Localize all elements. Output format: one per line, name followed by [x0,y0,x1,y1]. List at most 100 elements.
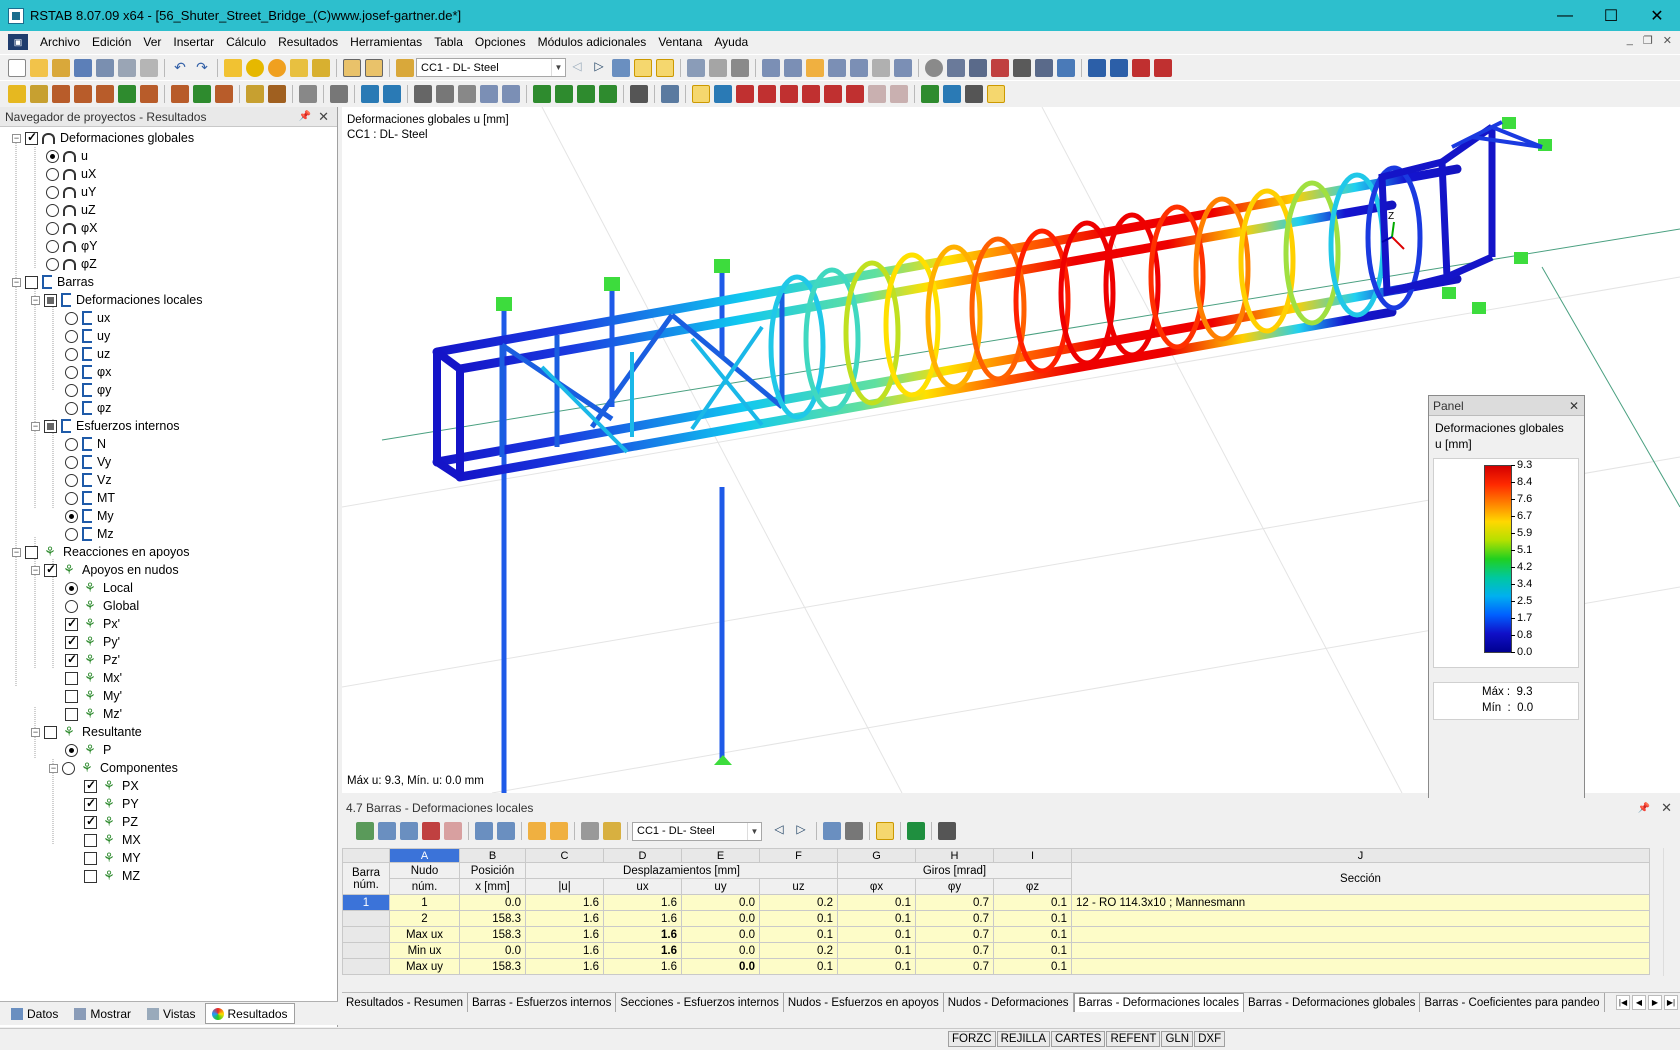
row-ux[interactable]: 1.6 [603,894,682,911]
collapse-icon[interactable]: − [31,295,40,305]
collapse-icon[interactable]: − [31,565,40,575]
menu-calculo[interactable]: Cálculo [220,31,272,53]
row-phix[interactable]: 0.1 [837,910,916,927]
table-row[interactable]: Min ux 0.0 1.6 1.6 0.0 0.2 0.1 0.7 0.1 [342,942,1650,959]
table-row[interactable]: 1 1 0.0 1.6 1.6 0.0 0.2 0.1 0.7 0.1 12 -… [342,894,1650,911]
nodes-icon[interactable] [925,58,943,77]
panel-toggle-icon[interactable] [987,84,1005,103]
row-uy[interactable]: 0.0 [681,910,760,927]
checkbox[interactable] [65,707,78,721]
radio[interactable] [65,527,78,541]
top-view-icon[interactable] [806,58,824,77]
tree-item-vy[interactable]: Vy [65,453,111,471]
deformation-icon[interactable] [414,84,432,103]
support-reaction-icon[interactable] [921,84,939,103]
release-icon[interactable] [140,84,158,103]
tree-item-local-uz[interactable]: uz [65,345,110,363]
print-icon[interactable] [118,58,136,77]
tree-item-local-phiz[interactable]: φz [65,399,111,417]
tree-item-uy[interactable]: uY [46,183,96,201]
menu-ayuda[interactable]: Ayuda [708,31,754,53]
animation-icon[interactable] [656,58,674,77]
row-section[interactable] [1071,958,1650,975]
close-icon[interactable]: ✕ [318,109,329,125]
member-view-icon[interactable] [709,58,727,77]
radio[interactable] [65,401,78,415]
iso-view-icon[interactable] [762,58,780,77]
table-split-icon[interactable] [365,58,383,77]
member-load-icon[interactable] [215,84,233,103]
tab-member-global-deformations[interactable]: Barras - Deformaciones globales [1243,993,1421,1012]
tree-item-pz-comp[interactable]: ⚘ PZ [84,813,138,831]
select-in-graphic-icon[interactable] [550,822,568,840]
column-letter[interactable]: F [759,848,838,863]
row-x[interactable]: 0.0 [459,942,526,959]
row-section[interactable]: 12 - RO 114.3x10 ; Mannesmann [1071,894,1650,911]
row-phiz[interactable]: 0.1 [993,942,1072,959]
support-icon[interactable] [118,84,136,103]
diagram-icon[interactable] [661,84,679,103]
row-x[interactable]: 0.0 [459,894,526,911]
tree-item-local[interactable]: ⚘ Local [65,579,133,597]
tree-item-px[interactable]: ⚘ Px' [65,615,120,633]
load-case-icon[interactable] [396,58,414,77]
row-uy[interactable]: 0.0 [681,958,760,975]
display-icon[interactable] [361,84,379,103]
open-file-icon[interactable] [30,58,48,77]
measure-icon[interactable] [969,58,987,77]
menu-modulos[interactable]: Módulos adicionales [532,31,653,53]
guide-line-icon[interactable] [268,84,286,103]
color-bars-icon[interactable] [876,822,894,840]
grid-icon[interactable] [731,58,749,77]
checkbox[interactable] [65,634,78,649]
radio[interactable] [46,149,59,163]
row-phiy[interactable]: 0.7 [915,942,994,959]
tree-item-my-comp[interactable]: ⚘ MY [84,849,141,867]
tree-item-global[interactable]: ⚘ Global [65,597,139,615]
axis-neg-icon[interactable] [599,84,617,103]
tab-section-internal-forces[interactable]: Secciones - Esfuerzos internos [616,993,784,1012]
nodal-load-icon[interactable] [193,84,211,103]
tab-vistas[interactable]: Vistas [140,1003,202,1024]
radio[interactable] [65,455,78,469]
row-uz[interactable]: 0.1 [759,958,838,975]
undo-icon[interactable]: ↶ [171,59,189,77]
show-results-icon[interactable] [612,58,630,77]
rotate-view-icon[interactable] [850,58,868,77]
report-icon[interactable] [312,58,330,77]
menu-ventana[interactable]: Ventana [652,31,708,53]
row-x[interactable]: 158.3 [459,910,526,927]
radio[interactable] [65,365,78,379]
tab-member-local-deformations[interactable]: Barras - Deformaciones locales [1073,993,1244,1012]
menu-resultados[interactable]: Resultados [272,31,344,53]
tree-item-my-support[interactable]: ⚘ My' [65,687,122,705]
row-uy[interactable]: 0.0 [681,942,760,959]
axis-x-icon[interactable] [533,84,551,103]
checkbox[interactable] [84,851,97,865]
tree-item-pz[interactable]: ⚘ Pz' [65,651,120,669]
result-table-icon[interactable] [965,84,983,103]
minimize-button[interactable]: — [1542,0,1588,31]
dimension-icon[interactable] [246,84,264,103]
row-section[interactable] [1071,910,1650,927]
chevron-down-icon[interactable]: ▼ [551,59,565,76]
row-u[interactable]: 1.6 [525,942,604,959]
insert-row-icon[interactable] [378,822,396,840]
export-icon[interactable] [356,822,374,840]
force-vy-icon[interactable] [758,84,776,103]
tree-item-local-phix[interactable]: φx [65,363,111,381]
force-vz-icon[interactable] [780,84,798,103]
delete-icon[interactable] [991,58,1009,77]
chevron-down-icon[interactable]: ▼ [747,822,761,840]
row-phiy[interactable]: 0.7 [915,926,994,943]
radio[interactable] [46,257,59,271]
status-snap[interactable]: FORZC [948,1031,996,1047]
row-phiy[interactable]: 0.7 [915,958,994,975]
view-member-icon[interactable] [845,822,863,840]
tab-node-support-forces[interactable]: Nudos - Esfuerzos en apoyos [783,993,944,1012]
edit-icon[interactable] [224,58,242,77]
row-phiz[interactable]: 0.1 [993,926,1072,943]
menu-tabla[interactable]: Tabla [428,31,469,53]
tree-item-mz[interactable]: Mz [65,525,114,543]
column-letter[interactable]: B [459,848,526,863]
